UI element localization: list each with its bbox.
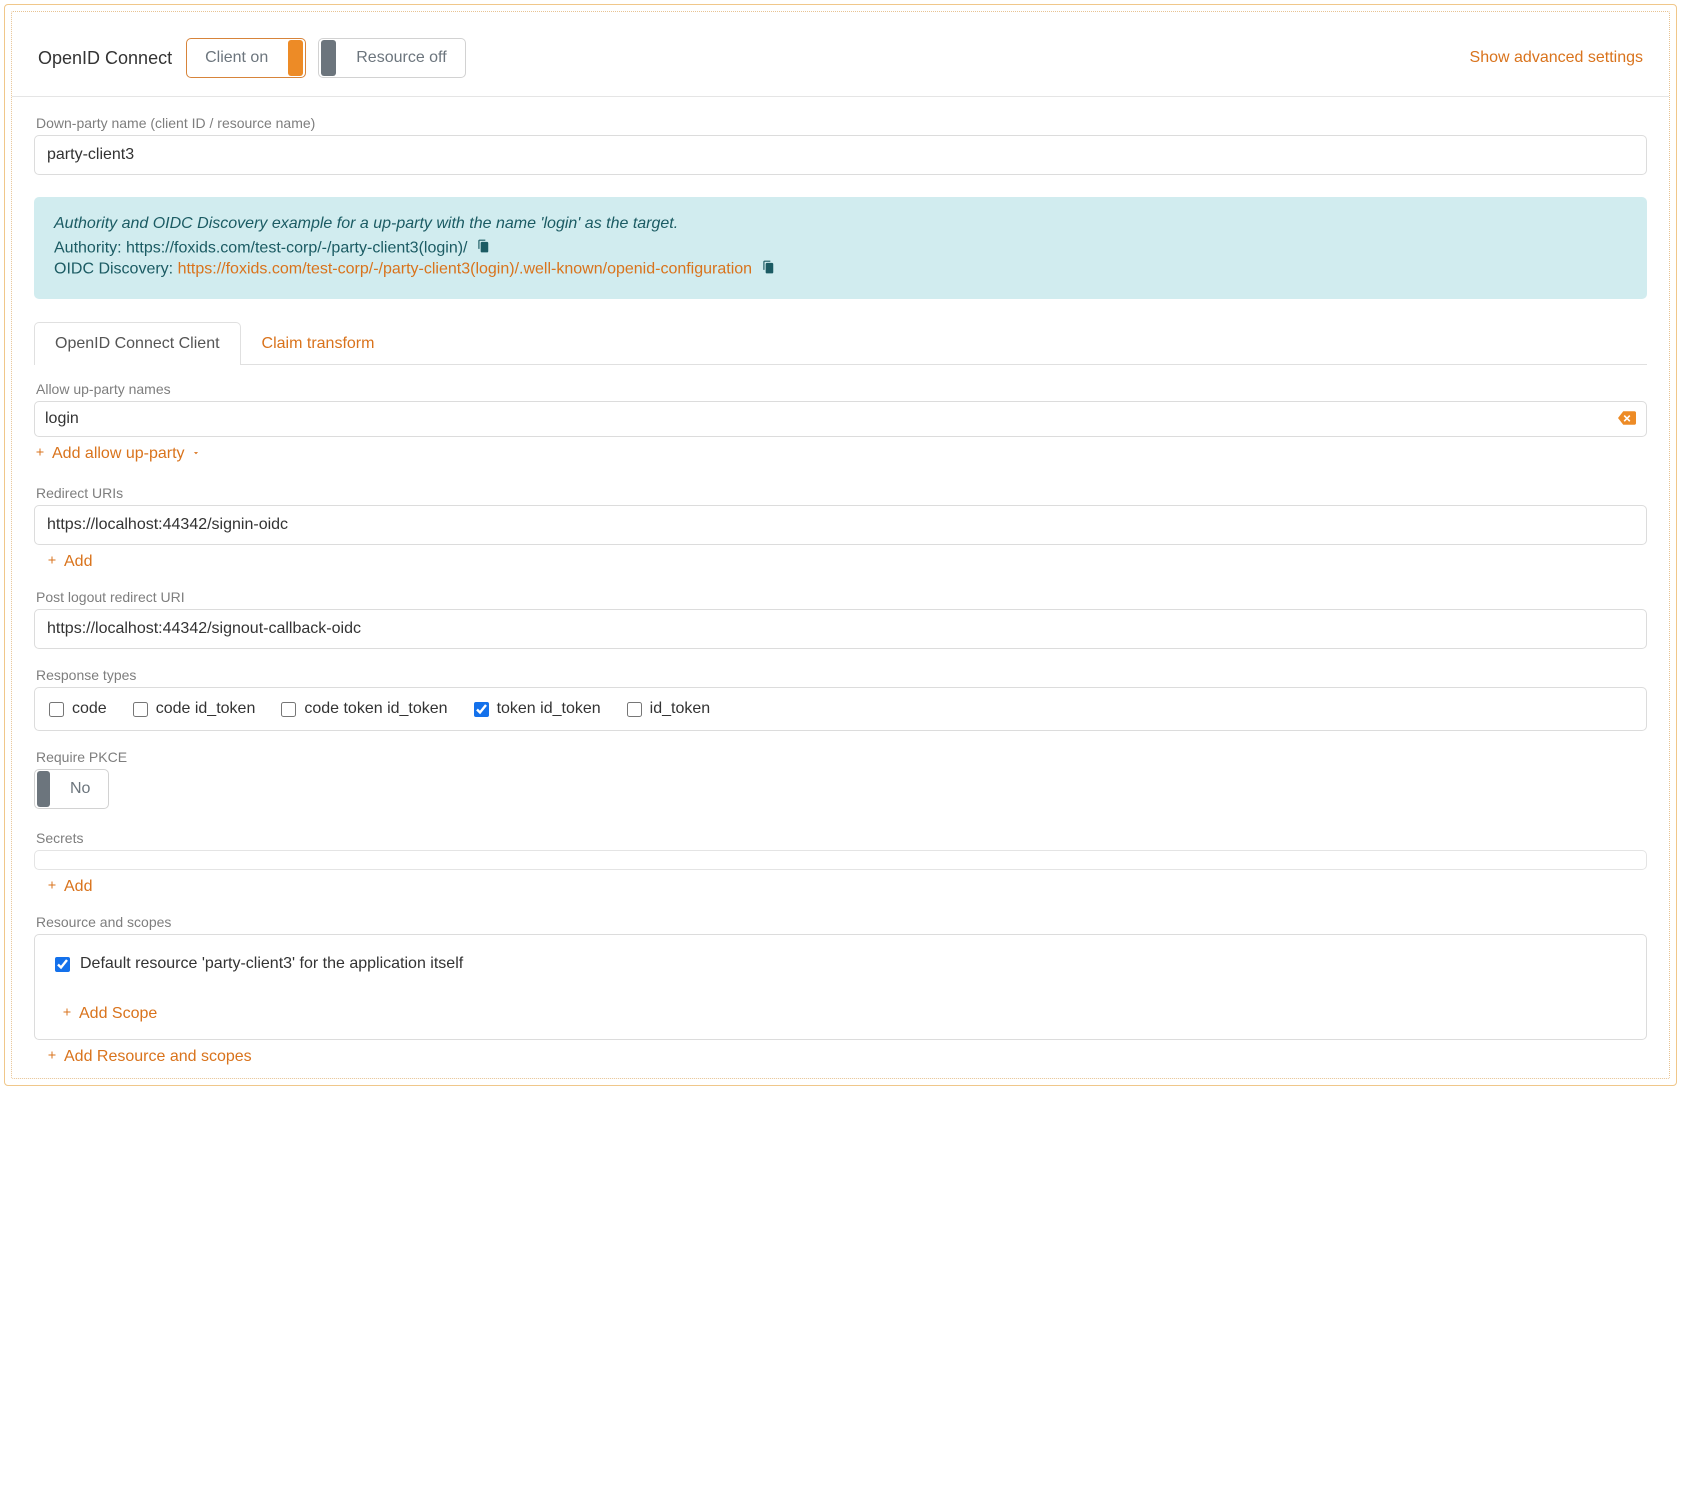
add-allow-up-party-label: Add allow up-party [52, 445, 185, 463]
response-type-option[interactable]: id_token [627, 700, 711, 718]
secrets-label: Secrets [36, 830, 1647, 846]
redirect-uri-input[interactable] [34, 505, 1647, 545]
tab-openid-client[interactable]: OpenID Connect Client [34, 322, 241, 365]
require-pkce-value: No [52, 780, 108, 798]
response-type-option[interactable]: code [49, 700, 107, 718]
tab-claim-transform[interactable]: Claim transform [241, 322, 396, 365]
allow-up-party-block: Allow up-party names login Add allow up-… [34, 381, 1647, 463]
toggle-knob [37, 771, 50, 807]
authority-label: Authority: [54, 240, 126, 257]
response-types-block: Response types code code id_token code tok… [34, 667, 1647, 731]
client-toggle[interactable]: Client on [186, 38, 306, 78]
add-redirect-uri-label: Add [64, 553, 92, 571]
tabs: OpenID Connect Client Claim transform [34, 321, 1647, 365]
response-type-checkbox[interactable] [627, 702, 642, 717]
toggle-knob [321, 40, 336, 76]
response-types-label: Response types [36, 667, 1647, 683]
response-type-option[interactable]: code token id_token [281, 700, 447, 718]
require-pkce-label: Require PKCE [36, 749, 1647, 765]
redirect-uris-block: Redirect URIs Add [34, 485, 1647, 571]
allow-up-party-value: login [45, 410, 79, 428]
client-toggle-label: Client on [187, 49, 286, 67]
discovery-label: OIDC Discovery: [54, 261, 178, 278]
resource-toggle[interactable]: Resource off [318, 38, 465, 78]
response-type-checkbox[interactable] [133, 702, 148, 717]
response-type-label: token id_token [497, 700, 601, 718]
default-resource-checkbox[interactable] [55, 957, 70, 972]
response-type-label: code id_token [156, 700, 256, 718]
redirect-uris-label: Redirect URIs [36, 485, 1647, 501]
authority-value: https://foxids.com/test-corp/-/party-cli… [126, 240, 467, 257]
secrets-block: Secrets Add [34, 830, 1647, 896]
page-title: OpenID Connect [38, 48, 172, 69]
add-scope-label: Add Scope [79, 1005, 157, 1023]
post-logout-block: Post logout redirect URI [34, 589, 1647, 649]
add-resource-scopes-button[interactable]: Add Resource and scopes [34, 1048, 252, 1066]
response-type-checkbox[interactable] [49, 702, 64, 717]
add-redirect-uri-button[interactable]: Add [34, 553, 92, 571]
resource-toggle-label: Resource off [338, 49, 464, 67]
plus-icon [34, 445, 46, 463]
plus-icon [46, 1048, 58, 1066]
plus-icon [46, 553, 58, 571]
add-secret-button[interactable]: Add [34, 878, 92, 896]
response-type-checkbox[interactable] [474, 702, 489, 717]
party-name-label: Down-party name (client ID / resource na… [36, 115, 1647, 131]
show-advanced-settings-link[interactable]: Show advanced settings [1470, 49, 1643, 67]
default-resource-text: Default resource 'party-client3' for the… [80, 955, 463, 973]
post-logout-input[interactable] [34, 609, 1647, 649]
response-types-row: code code id_token code token id_token toke… [34, 687, 1647, 731]
add-scope-button[interactable]: Add Scope [61, 1005, 157, 1023]
divider [12, 96, 1669, 97]
party-name-input[interactable] [34, 135, 1647, 175]
post-logout-label: Post logout redirect URI [36, 589, 1647, 605]
header: OpenID Connect Client on Resource off Sh… [32, 32, 1649, 90]
response-type-checkbox[interactable] [281, 702, 296, 717]
clipboard-icon[interactable] [761, 260, 775, 279]
require-pkce-block: Require PKCE No [34, 749, 1647, 812]
info-box: Authority and OIDC Discovery example for… [34, 197, 1647, 299]
plus-icon [61, 1005, 73, 1023]
allow-up-party-item: login [35, 402, 1646, 436]
secrets-list [34, 850, 1647, 870]
resource-scopes-block: Resource and scopes Default resource 'pa… [34, 914, 1647, 1066]
response-type-label: code token id_token [304, 700, 447, 718]
response-type-label: id_token [650, 700, 711, 718]
info-intro: Authority and OIDC Discovery example for… [54, 215, 1627, 233]
response-type-option[interactable]: code id_token [133, 700, 256, 718]
caret-down-icon [191, 445, 201, 463]
add-allow-up-party-button[interactable]: Add allow up-party [34, 445, 201, 463]
require-pkce-toggle[interactable]: No [34, 769, 109, 809]
response-type-option[interactable]: token id_token [474, 700, 601, 718]
resource-scopes-label: Resource and scopes [36, 914, 1647, 930]
add-secret-label: Add [64, 878, 92, 896]
party-name-block: Down-party name (client ID / resource na… [34, 115, 1647, 175]
response-type-label: code [72, 700, 107, 718]
clipboard-icon[interactable] [476, 239, 490, 258]
add-resource-scopes-label: Add Resource and scopes [64, 1048, 252, 1066]
allow-up-party-label: Allow up-party names [36, 381, 1647, 397]
discovery-link[interactable]: https://foxids.com/test-corp/-/party-cli… [178, 261, 752, 278]
toggle-knob [288, 40, 303, 76]
delete-icon[interactable] [1618, 411, 1636, 427]
plus-icon [46, 878, 58, 896]
